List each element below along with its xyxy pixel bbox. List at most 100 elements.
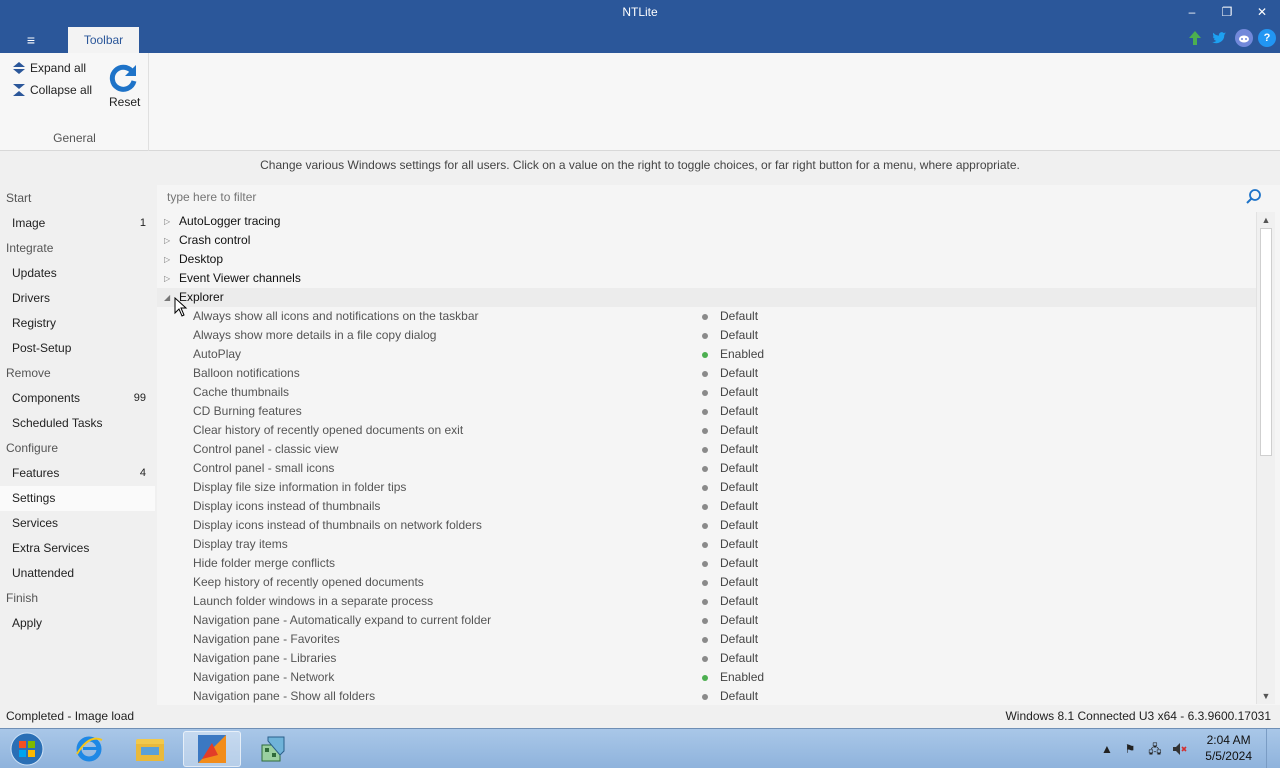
setting-row[interactable]: Navigation pane - Automatically expand t… — [157, 611, 1256, 630]
sidebar-item-extra-services[interactable]: Extra Services — [0, 536, 155, 561]
show-hidden-icons-icon[interactable]: ▲ — [1099, 741, 1115, 757]
tree-group[interactable]: ▷ Desktop — [157, 250, 1256, 269]
sidebar-item-unattended[interactable]: Unattended — [0, 561, 155, 586]
setting-value[interactable]: Default — [720, 307, 758, 326]
status-dot-icon — [702, 466, 708, 472]
tree-group[interactable]: ▷ AutoLogger tracing — [157, 212, 1256, 231]
setting-value[interactable]: Default — [720, 459, 758, 478]
expand-arrow-icon[interactable]: ▷ — [164, 231, 174, 250]
setting-row[interactable]: Always show more details in a file copy … — [157, 326, 1256, 345]
sidebar-item-updates[interactable]: Updates — [0, 261, 155, 286]
taskbar-file-explorer[interactable] — [121, 731, 179, 767]
hamburger-menu-button[interactable]: ≡ — [18, 30, 44, 50]
setting-value[interactable]: Enabled — [720, 345, 764, 364]
help-icon[interactable]: ? — [1258, 29, 1276, 47]
setting-value[interactable]: Default — [720, 497, 758, 516]
setting-value[interactable]: Default — [720, 573, 758, 592]
setting-value[interactable]: Default — [720, 516, 758, 535]
restore-button[interactable]: ❐ — [1212, 3, 1242, 21]
vertical-scrollbar[interactable]: ▲ ▼ — [1256, 212, 1275, 704]
tab-toolbar[interactable]: Toolbar — [68, 27, 139, 53]
setting-row[interactable]: Always show all icons and notifications … — [157, 307, 1256, 326]
discord-icon[interactable] — [1235, 29, 1253, 47]
setting-row[interactable]: CD Burning features Default — [157, 402, 1256, 421]
update-arrow-icon[interactable] — [1186, 29, 1204, 47]
sidebar-item-scheduled-tasks[interactable]: Scheduled Tasks — [0, 411, 155, 436]
setting-row[interactable]: Clear history of recently opened documen… — [157, 421, 1256, 440]
setting-row[interactable]: Display tray items Default — [157, 535, 1256, 554]
expand-arrow-icon[interactable]: ▷ — [164, 269, 174, 288]
reset-icon[interactable] — [106, 61, 140, 95]
setting-value[interactable]: Default — [720, 402, 758, 421]
sidebar-item-apply[interactable]: Apply — [0, 611, 155, 636]
setting-row[interactable]: Keep history of recently opened document… — [157, 573, 1256, 592]
setting-value[interactable]: Default — [720, 326, 758, 345]
setting-value[interactable]: Default — [720, 592, 758, 611]
setting-value[interactable]: Default — [720, 478, 758, 497]
taskbar-setup-tool[interactable] — [245, 731, 303, 767]
collapse-arrow-icon[interactable]: ◢ — [164, 288, 174, 307]
sidebar-item-services[interactable]: Services — [0, 511, 155, 536]
scroll-down-icon[interactable]: ▼ — [1261, 691, 1271, 701]
setting-value[interactable]: Default — [720, 611, 758, 630]
start-button[interactable] — [0, 731, 54, 767]
volume-muted-icon[interactable] — [1171, 741, 1187, 757]
setting-row[interactable]: Balloon notifications Default — [157, 364, 1256, 383]
taskbar-internet-explorer[interactable] — [60, 731, 118, 767]
sidebar-item-image[interactable]: Image 1 — [0, 211, 155, 236]
setting-row[interactable]: Hide folder merge conflicts Default — [157, 554, 1256, 573]
sidebar-item-drivers[interactable]: Drivers — [0, 286, 155, 311]
setting-row[interactable]: Navigation pane - Show all folders Defaul… — [157, 687, 1256, 704]
sidebar-item-registry[interactable]: Registry — [0, 311, 155, 336]
scrollbar-thumb[interactable] — [1260, 228, 1272, 456]
setting-row[interactable]: Navigation pane - Favorites Default — [157, 630, 1256, 649]
setting-value[interactable]: Default — [720, 535, 758, 554]
show-desktop-button[interactable] — [1266, 729, 1280, 768]
setting-row[interactable]: Display icons instead of thumbnails Defau… — [157, 497, 1256, 516]
sidebar-item-features[interactable]: Features 4 — [0, 461, 155, 486]
setting-row[interactable]: Navigation pane - Libraries Default — [157, 649, 1256, 668]
expand-arrow-icon[interactable]: ▷ — [164, 212, 174, 231]
setting-value[interactable]: Default — [720, 440, 758, 459]
setting-row[interactable]: Display icons instead of thumbnails on n… — [157, 516, 1256, 535]
sidebar-item-components[interactable]: Components 99 — [0, 386, 155, 411]
setting-row[interactable]: Navigation pane - Network Enabled — [157, 668, 1256, 687]
setting-value[interactable]: Default — [720, 649, 758, 668]
tree-group[interactable]: ▷ Crash control — [157, 231, 1256, 250]
expand-arrow-icon[interactable]: ▷ — [164, 250, 174, 269]
setting-value[interactable]: Default — [720, 554, 758, 573]
setting-value[interactable]: Default — [720, 687, 758, 704]
minimize-button[interactable]: – — [1177, 3, 1207, 21]
collapse-all-button[interactable]: Collapse all — [12, 83, 92, 97]
reset-button[interactable]: Reset — [109, 95, 140, 109]
setting-value[interactable]: Default — [720, 364, 758, 383]
network-icon[interactable]: 🖧 — [1147, 741, 1163, 757]
setting-row[interactable]: AutoPlay Enabled — [157, 345, 1256, 364]
setting-row[interactable]: Cache thumbnails Default — [157, 383, 1256, 402]
setting-value[interactable]: Default — [720, 383, 758, 402]
setting-row[interactable]: Display file size information in folder … — [157, 478, 1256, 497]
search-icon[interactable] — [1245, 188, 1263, 206]
status-dot-icon — [702, 371, 708, 377]
close-button[interactable]: ✕ — [1247, 3, 1277, 21]
setting-value[interactable]: Default — [720, 630, 758, 649]
tree-group[interactable]: ▷ Event Viewer channels — [157, 269, 1256, 288]
setting-label: Navigation pane - Network — [193, 670, 335, 684]
setting-value[interactable]: Enabled — [720, 668, 764, 687]
sidebar-item-post-setup[interactable]: Post-Setup — [0, 336, 155, 361]
settings-tree: ▷ AutoLogger tracing ▷ Crash control ▷ Deskto… — [157, 212, 1256, 704]
taskbar-ntlite[interactable] — [183, 731, 241, 767]
setting-row[interactable]: Control panel - small icons Default — [157, 459, 1256, 478]
scroll-up-icon[interactable]: ▲ — [1261, 215, 1271, 225]
setting-value[interactable]: Default — [720, 421, 758, 440]
filter-input[interactable] — [167, 188, 1237, 206]
twitter-icon[interactable] — [1210, 29, 1228, 47]
setting-row[interactable]: Launch folder windows in a separate proc… — [157, 592, 1256, 611]
expand-all-button[interactable]: Expand all — [12, 61, 86, 75]
setting-row[interactable]: Control panel - classic view Default — [157, 440, 1256, 459]
setting-label: Display tray items — [193, 537, 288, 551]
action-center-flag-icon[interactable]: ⚑ — [1122, 741, 1138, 757]
taskbar-clock[interactable]: 2:04 AM 5/5/2024 — [1205, 732, 1252, 764]
tree-group-expanded[interactable]: ◢ Explorer — [157, 288, 1256, 307]
sidebar-item-settings[interactable]: Settings — [0, 486, 155, 511]
